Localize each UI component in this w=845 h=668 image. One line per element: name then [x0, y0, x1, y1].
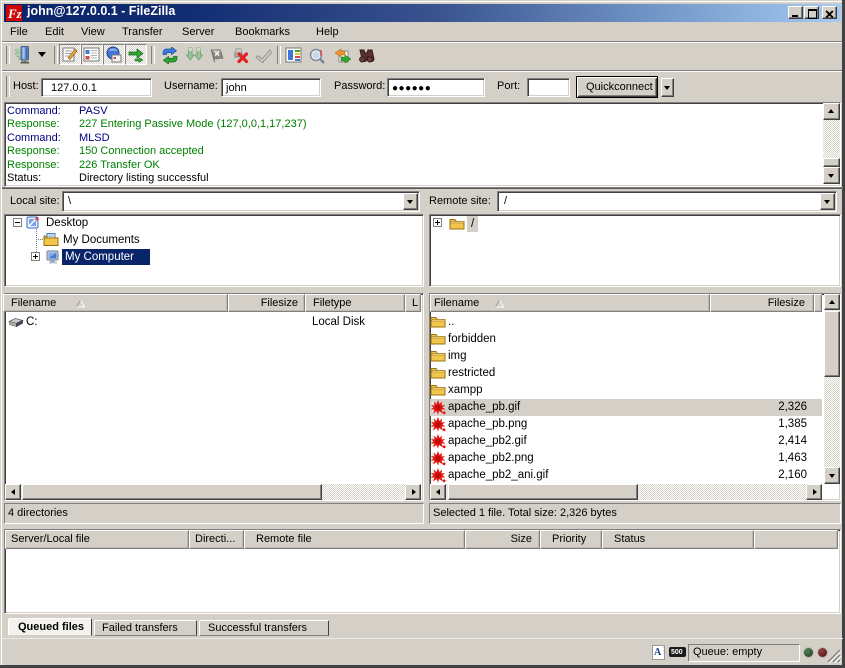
svg-text:Fz: Fz: [7, 6, 22, 21]
